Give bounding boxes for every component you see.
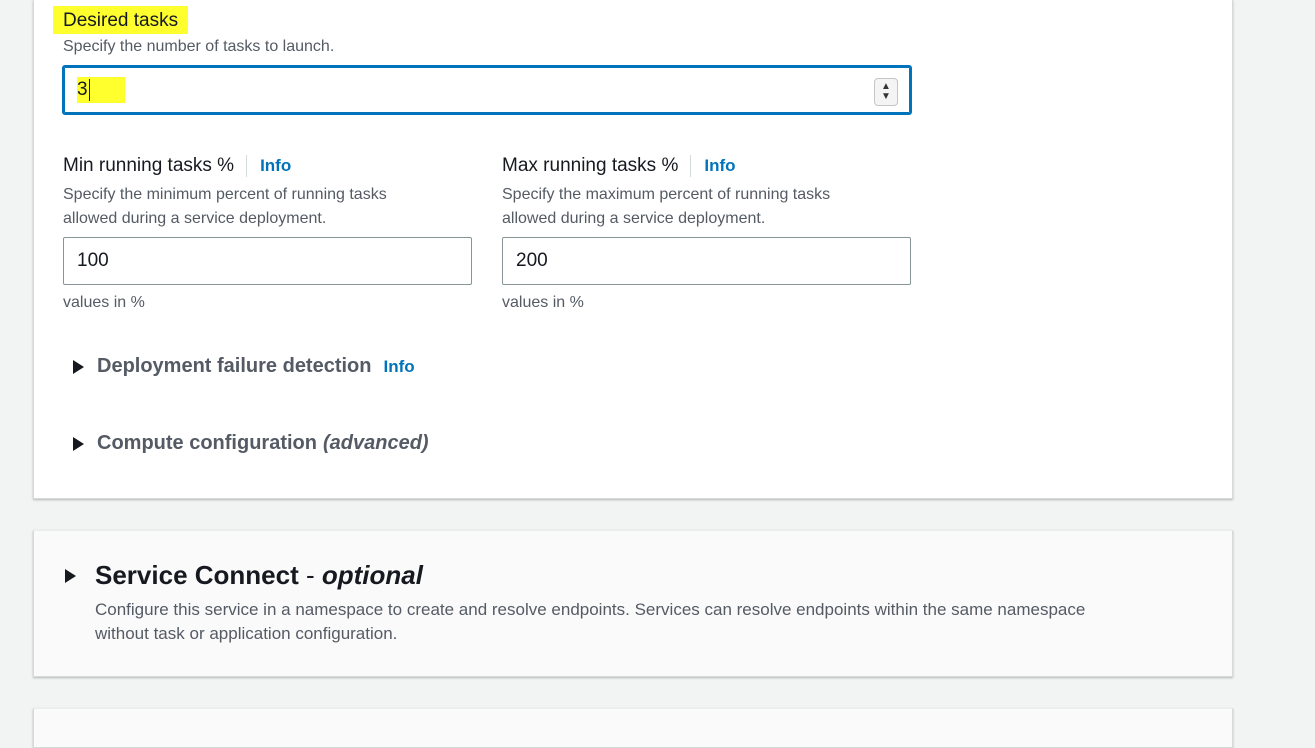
min-running-description: Specify the minimum percent of running t… xyxy=(63,183,387,231)
max-running-description-line1: Specify the maximum percent of running t… xyxy=(502,186,831,203)
service-connect-optional: optional xyxy=(321,560,423,590)
service-connect-title: Service Connect - optional xyxy=(95,560,423,591)
caret-right-icon xyxy=(73,436,84,451)
min-running-hint: values in % xyxy=(63,294,145,311)
desired-tasks-input[interactable]: 3 ▲ ▼ xyxy=(62,65,912,115)
compute-config-expander[interactable]: Compute configuration (advanced) xyxy=(73,432,429,455)
deployment-failure-label: Deployment failure detection xyxy=(97,355,372,377)
chevron-down-icon[interactable]: ▼ xyxy=(881,92,891,102)
deployment-failure-expander[interactable]: Deployment failure detection Info xyxy=(73,355,415,378)
min-running-info-link[interactable]: Info xyxy=(246,155,291,177)
max-running-value: 200 xyxy=(516,250,548,271)
service-connect-title-text: Service Connect xyxy=(95,560,299,590)
min-running-input[interactable]: 100 xyxy=(63,237,472,285)
compute-config-label: Compute configuration xyxy=(97,432,317,454)
max-running-info-link[interactable]: Info xyxy=(690,155,736,177)
desired-tasks-description: Specify the number of tasks to launch. xyxy=(63,38,335,55)
min-running-label-row: Min running tasks % Info xyxy=(63,154,291,178)
desired-tasks-value-wrap: 3 xyxy=(77,77,125,103)
caret-right-icon xyxy=(73,359,84,374)
service-connect-separator: - xyxy=(298,560,322,590)
caret-right-icon xyxy=(65,568,76,583)
service-connect-expander[interactable]: Service Connect - optional xyxy=(65,560,423,591)
min-running-label: Min running tasks % xyxy=(63,155,235,176)
service-connect-description-line1: Configure this service in a namespace to… xyxy=(95,600,1086,619)
min-running-description-line2: allowed during a service deployment. xyxy=(63,210,327,227)
service-connect-description: Configure this service in a namespace to… xyxy=(95,598,1085,646)
max-running-description-line2: allowed during a service deployment. xyxy=(502,210,766,227)
max-running-input[interactable]: 200 xyxy=(502,237,911,285)
deployment-failure-info-link[interactable]: Info xyxy=(384,356,415,378)
max-running-label-row: Max running tasks % Info xyxy=(502,154,736,178)
desired-tasks-label: Desired tasks xyxy=(53,6,189,34)
min-running-value: 100 xyxy=(77,250,109,271)
max-running-description: Specify the maximum percent of running t… xyxy=(502,183,830,231)
compute-config-suffix: (advanced) xyxy=(322,432,429,454)
service-connect-description-line2: without task or application configuratio… xyxy=(95,624,398,643)
text-caret xyxy=(88,78,90,101)
desired-tasks-value: 3 xyxy=(77,79,88,100)
number-stepper[interactable]: ▲ ▼ xyxy=(874,78,898,106)
next-section-panel xyxy=(33,708,1233,748)
min-running-description-line1: Specify the minimum percent of running t… xyxy=(63,186,387,203)
max-running-label: Max running tasks % xyxy=(502,155,679,176)
max-running-hint: values in % xyxy=(502,294,584,311)
